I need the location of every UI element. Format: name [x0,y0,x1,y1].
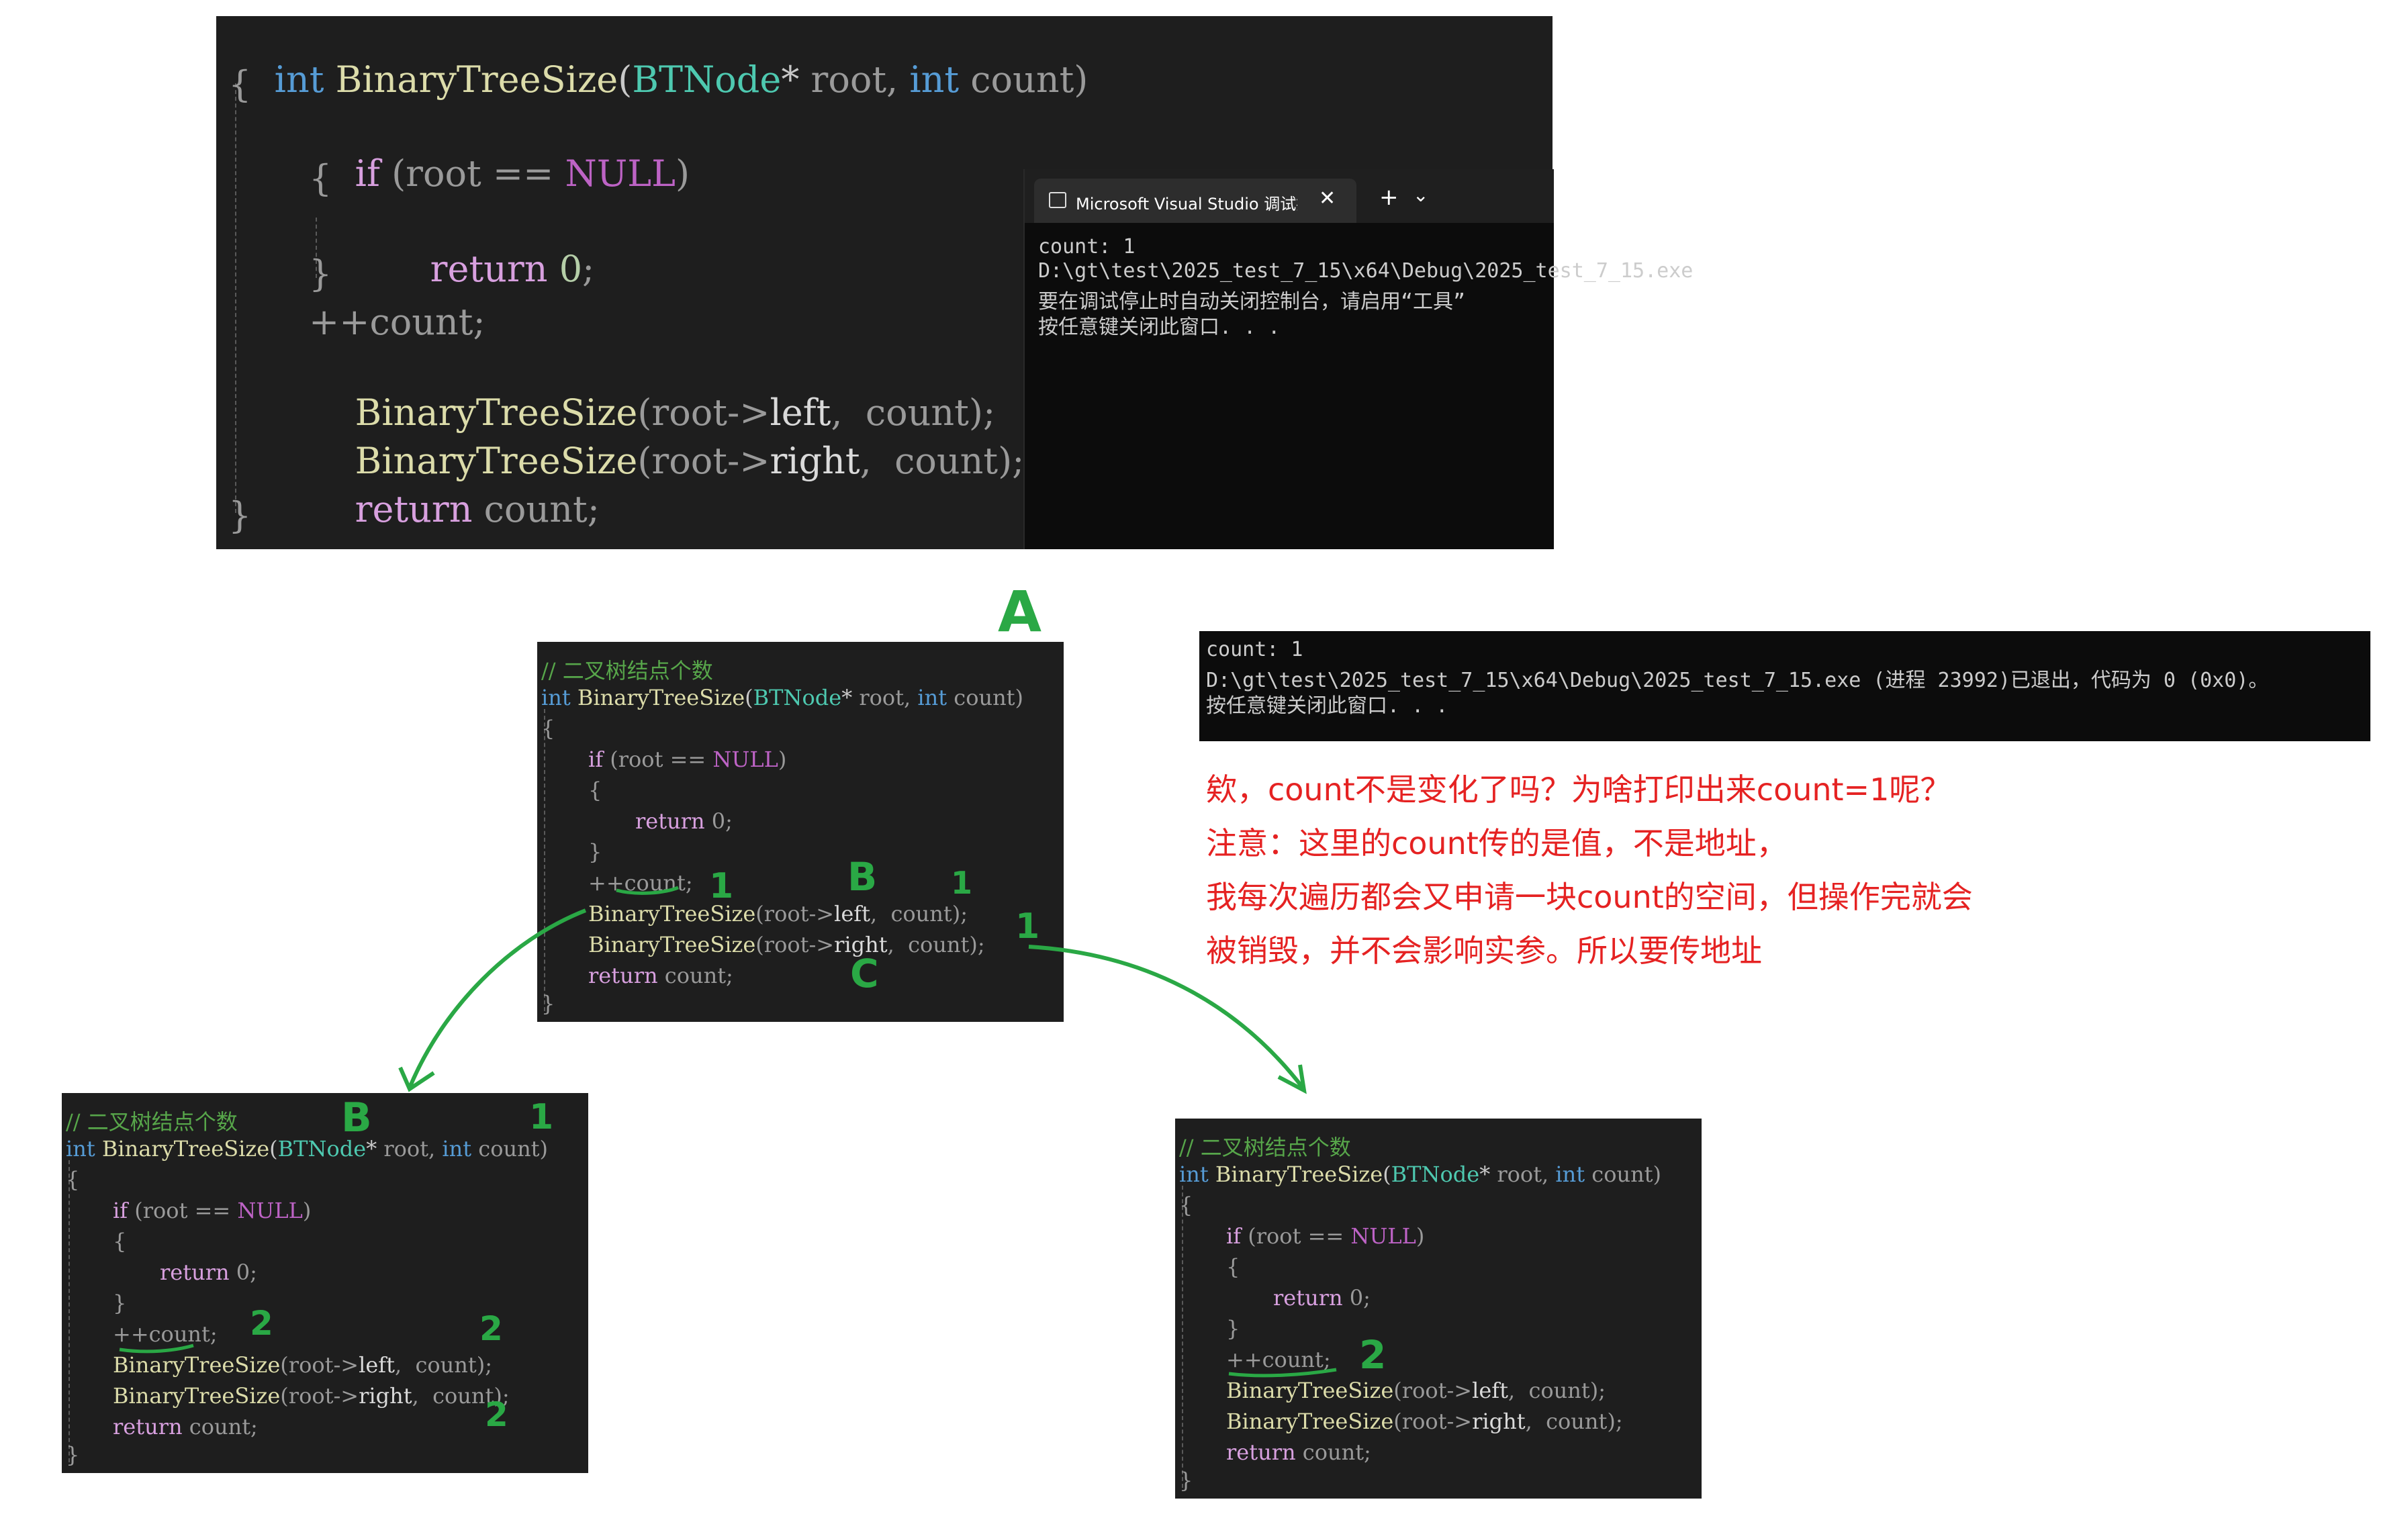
arrow-to-right-call [1028,945,1305,1089]
arrow-head [1277,1064,1307,1094]
handwritten-label-b: B [847,854,878,900]
underline-count [616,886,679,895]
handwritten-label-a: A [998,579,1042,645]
underline-count [1228,1368,1337,1378]
handwritten-one: 1 [529,1097,554,1137]
handwritten-two: 2 [485,1395,508,1434]
handwritten-label-b: B [341,1094,372,1141]
handwriting-layer [119,886,1337,1378]
arrow-to-left-call [408,908,587,1089]
handwritten-label-c: C [850,951,879,996]
handwritten-two: 2 [1359,1332,1387,1378]
handwritten-two: 2 [250,1304,273,1343]
handwritten-one: 1 [1015,906,1040,947]
handwritten-one: 1 [709,866,734,906]
handwritten-two: 2 [479,1309,503,1348]
underline-count [119,1343,194,1354]
handwritten-one: 1 [951,865,973,901]
